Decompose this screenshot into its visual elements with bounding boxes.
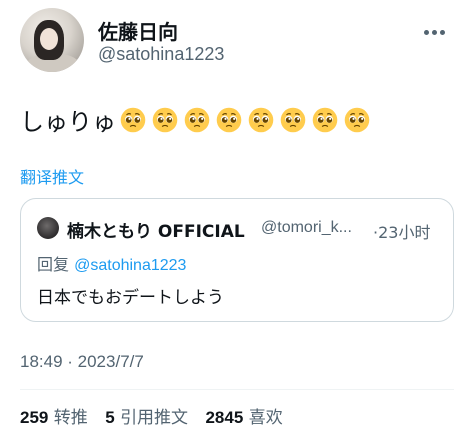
author-name[interactable]: 佐藤日向 [98, 16, 178, 45]
quoted-reply-line: 回复 @satohina1223 [37, 251, 186, 275]
quoted-author-name[interactable]: 楠木ともり OFFICIAL [67, 217, 245, 242]
tweet-text-content: しゅりゅ [20, 108, 116, 136]
retweet-count[interactable]: 259 [20, 408, 48, 427]
tweet-header: 佐藤日向 @satohina1223 [20, 8, 454, 74]
translate-link[interactable]: 翻译推文 [20, 164, 84, 188]
quoted-author-avatar[interactable] [37, 217, 59, 239]
more-options-icon[interactable] [424, 22, 454, 42]
quoted-body: 日本でもおデートしよう [37, 288, 224, 308]
pleading-face-icon [344, 107, 370, 133]
like-count[interactable]: 2845 [205, 408, 243, 427]
author-handle[interactable]: @satohina1223 [98, 44, 224, 65]
quoted-time: ·23小时 [373, 219, 430, 243]
pleading-face-icon [216, 107, 242, 133]
pleading-face-icon [248, 107, 274, 133]
pleading-face-icon [184, 107, 210, 133]
reply-prefix: 回复 [37, 255, 70, 274]
retweet-label[interactable]: 转推 [54, 408, 88, 428]
tweet-stats: 259 转推 5 引用推文 2845 喜欢 [20, 403, 295, 428]
quoted-tweet[interactable]: 楠木ともり OFFICIAL @tomori_k... ·23小时 回复 @sa… [20, 198, 454, 322]
author-avatar[interactable] [20, 8, 84, 72]
like-label[interactable]: 喜欢 [249, 408, 283, 428]
reply-to-link[interactable]: @satohina1223 [74, 257, 186, 274]
pleading-face-icon [280, 107, 306, 133]
pleading-face-icon [120, 107, 146, 133]
quoted-author-handle[interactable]: @tomori_k... [261, 219, 352, 237]
emoji-row [120, 107, 376, 133]
tweet-text: しゅりゅ [20, 102, 376, 137]
divider [20, 389, 454, 390]
pleading-face-icon [312, 107, 338, 133]
quoted-time-value: 23小时 [378, 223, 431, 242]
quote-count[interactable]: 5 [105, 408, 114, 427]
quote-label[interactable]: 引用推文 [120, 408, 188, 428]
pleading-face-icon [152, 107, 178, 133]
tweet-timestamp[interactable]: 18:49 · 2023/7/7 [20, 352, 144, 372]
